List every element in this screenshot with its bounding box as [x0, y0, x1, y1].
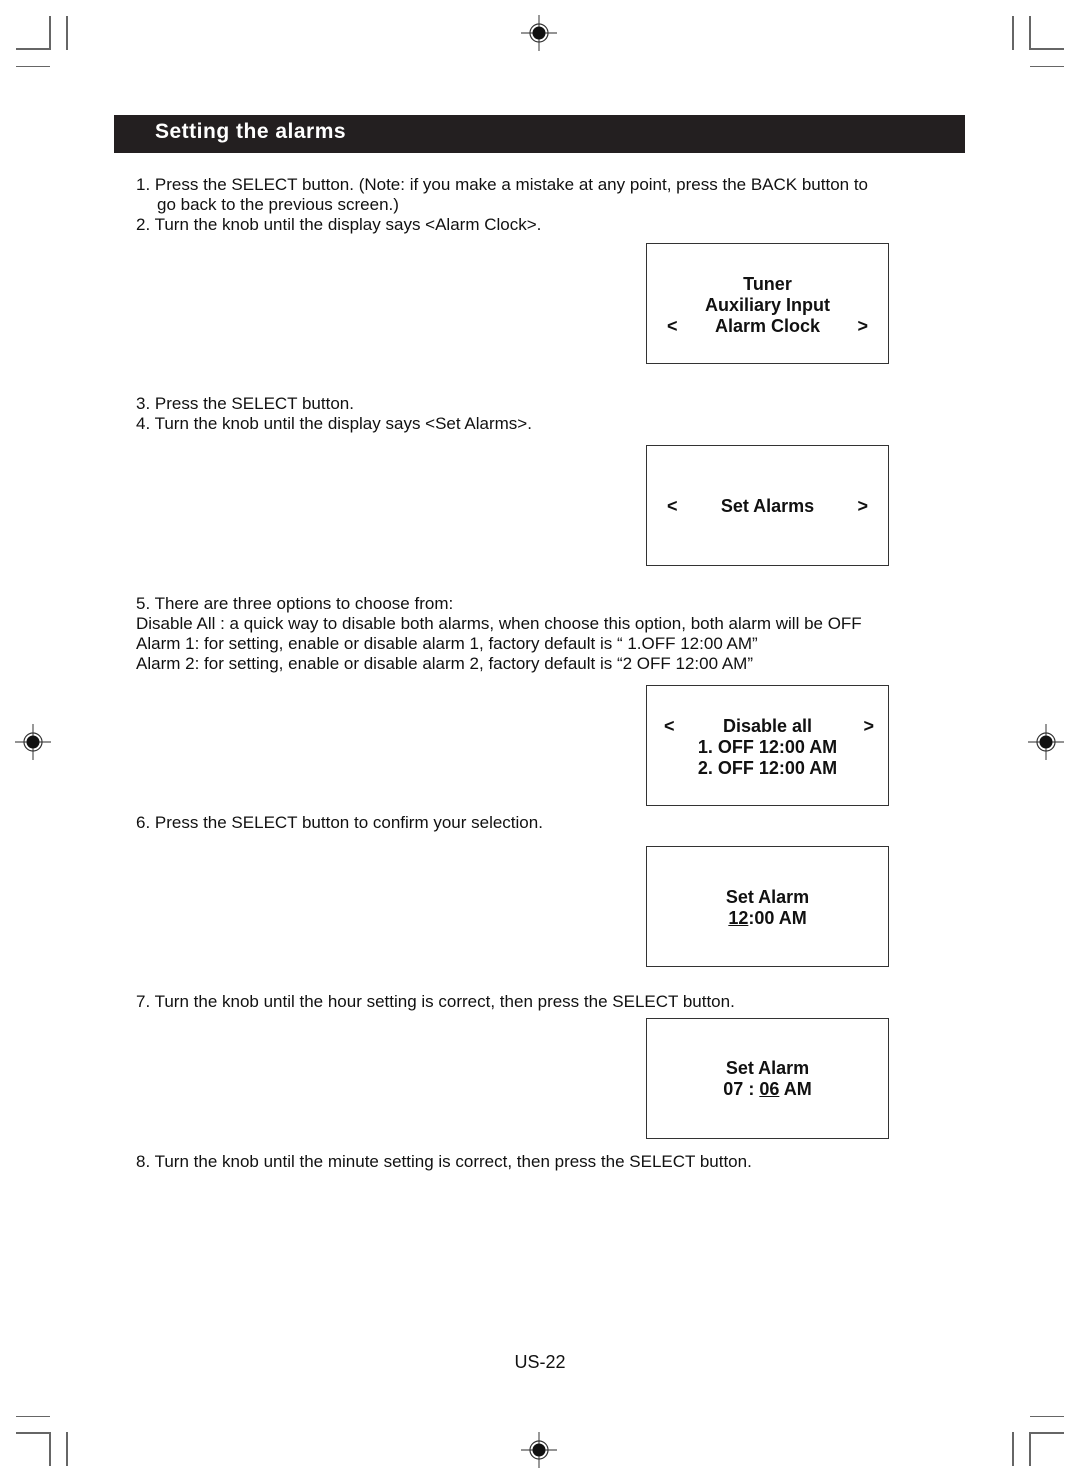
crop-mark [16, 48, 50, 50]
right-arrow-icon: > [857, 316, 868, 336]
right-arrow-icon: > [863, 716, 874, 736]
display-set-minute: Set Alarm 07 : 06 AM [646, 1018, 889, 1139]
display-line: 12:00 AM [647, 908, 888, 929]
registration-mark-icon [521, 15, 557, 51]
step-4: 4. Turn the knob until the display says … [136, 414, 532, 433]
crop-mark [66, 1432, 68, 1466]
crop-mark [66, 16, 68, 50]
step-6: 6. Press the SELECT button to confirm yo… [136, 813, 543, 832]
display-menu: Tuner Auxiliary Input < Alarm Clock > [646, 243, 889, 364]
time-rest: :00 AM [748, 908, 807, 928]
crop-mark [1030, 1432, 1064, 1434]
display-selected: Disable all [722, 716, 813, 736]
crop-mark [1030, 48, 1064, 50]
left-arrow-icon: < [667, 316, 678, 336]
time-rest: AM [779, 1079, 812, 1099]
crop-mark [49, 16, 51, 50]
display-line: < Alarm Clock > [647, 316, 888, 337]
display-line: Set Alarm [725, 887, 810, 907]
step-7: 7. Turn the knob until the hour setting … [136, 992, 735, 1011]
registration-mark-icon [15, 724, 51, 760]
section-header: Setting the alarms [114, 115, 965, 153]
crop-mark [1012, 16, 1014, 50]
crop-mark [1029, 16, 1031, 50]
display-set-hour: Set Alarm 12:00 AM [646, 846, 889, 967]
hour-value: 12 [728, 908, 749, 928]
option-disable-all: Disable All : a quick way to disable bot… [136, 614, 862, 633]
option-alarm-2: Alarm 2: for setting, enable or disable … [136, 654, 753, 673]
step-2: 2. Turn the knob until the display says … [136, 215, 542, 234]
option-alarm-1: Alarm 1: for setting, enable or disable … [136, 634, 758, 653]
step-5: 5. There are three options to choose fro… [136, 594, 454, 613]
display-line: 1. OFF 12:00 AM [697, 737, 838, 757]
registration-mark-icon [521, 1432, 557, 1468]
crop-mark [1029, 1432, 1031, 1466]
display-set-alarms: < Set Alarms > [646, 445, 889, 566]
step-3: 3. Press the SELECT button. [136, 394, 354, 413]
display-line: 2. OFF 12:00 AM [697, 758, 838, 778]
display-selected: Alarm Clock [714, 316, 821, 336]
registration-mark-icon [1028, 724, 1064, 760]
display-selected: Set Alarms [720, 496, 815, 516]
display-line: 07 : 06 AM [647, 1079, 888, 1100]
display-line: Tuner [743, 274, 792, 294]
crop-mark [49, 1432, 51, 1466]
hour-value: 07 : [723, 1079, 760, 1099]
display-line: Auxiliary Input [704, 295, 830, 315]
crop-mark [1012, 1432, 1014, 1466]
minute-value: 06 [759, 1079, 780, 1099]
page-number: US-22 [514, 1352, 566, 1372]
crop-mark [1030, 66, 1064, 67]
step-8: 8. Turn the knob until the minute settin… [136, 1152, 752, 1171]
crop-mark [16, 1432, 50, 1434]
display-line: < Set Alarms > [647, 496, 888, 517]
crop-mark [16, 66, 50, 67]
step-1-continued: go back to the previous screen.) [157, 195, 399, 214]
display-line: Set Alarm [725, 1058, 810, 1078]
section-title: Setting the alarms [155, 120, 347, 143]
right-arrow-icon: > [857, 496, 868, 516]
left-arrow-icon: < [664, 716, 675, 736]
crop-mark [16, 1416, 50, 1417]
display-line: < Disable all > [647, 716, 888, 737]
crop-mark [1030, 1416, 1064, 1417]
display-options: < Disable all > 1. OFF 12:00 AM 2. OFF 1… [646, 685, 889, 806]
left-arrow-icon: < [667, 496, 678, 516]
step-1: 1. Press the SELECT button. (Note: if yo… [136, 175, 869, 194]
